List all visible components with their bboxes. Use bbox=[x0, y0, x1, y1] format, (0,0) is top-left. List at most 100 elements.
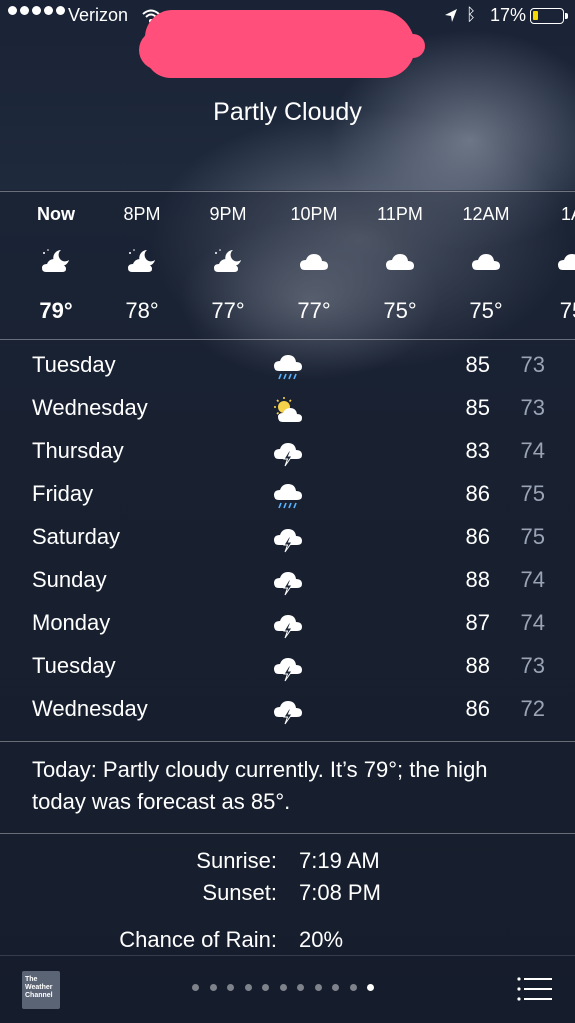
daily-row: Tuesday 88 73 bbox=[0, 646, 575, 689]
day-name: Tuesday bbox=[32, 653, 116, 678]
rain-cloud-icon bbox=[272, 482, 304, 510]
hourly-time: 11PM bbox=[377, 204, 423, 224]
page-dot[interactable] bbox=[297, 984, 304, 991]
high-temp: 83 bbox=[465, 438, 490, 463]
high-temp: 86 bbox=[465, 524, 490, 549]
hourly-temp: 77° bbox=[211, 298, 245, 323]
daily-row: Sunday 88 74 bbox=[0, 560, 575, 603]
day-name: Saturday bbox=[32, 524, 121, 549]
daily-row: Tuesday 85 73 bbox=[0, 345, 575, 388]
sun-cloud-icon bbox=[272, 396, 304, 424]
hourly-time: 8PM bbox=[123, 204, 161, 224]
hourly-temp: 75 bbox=[559, 298, 575, 323]
day-name: Monday bbox=[32, 610, 111, 635]
high-temp: 88 bbox=[465, 567, 490, 592]
battery-level bbox=[533, 11, 538, 20]
daily-row: Thursday 83 74 bbox=[0, 431, 575, 474]
high-temp: 88 bbox=[465, 653, 490, 678]
day-name: Friday bbox=[32, 481, 94, 506]
thunderstorm-icon bbox=[272, 697, 304, 725]
chance-of-rain-value: 20% bbox=[299, 927, 344, 952]
hourly-time: 1A bbox=[560, 204, 575, 224]
page-dot[interactable] bbox=[349, 984, 357, 991]
low-temp: 75 bbox=[520, 481, 545, 506]
daily-row: Wednesday 86 72 bbox=[0, 689, 575, 732]
page-dot[interactable] bbox=[367, 984, 374, 991]
hourly-temp: 75° bbox=[469, 298, 503, 323]
page-dot[interactable] bbox=[262, 984, 269, 991]
cloud-icon bbox=[385, 248, 415, 274]
low-temp: 73 bbox=[520, 395, 545, 420]
sunrise-label: Sunrise: bbox=[196, 848, 277, 873]
hourly-temp: 79° bbox=[39, 298, 73, 323]
thunderstorm-icon bbox=[272, 611, 304, 639]
hourly-temp: 75° bbox=[383, 298, 417, 323]
redacted-location-name bbox=[139, 10, 425, 78]
hourly-temp: 77° bbox=[297, 298, 331, 323]
page-dot[interactable] bbox=[332, 984, 339, 991]
hourly-time: 12AM bbox=[462, 204, 510, 224]
bottom-toolbar: The Weather Channel bbox=[0, 955, 575, 1023]
sunset-value: 7:08 PM bbox=[299, 880, 381, 905]
page-dot[interactable] bbox=[209, 984, 217, 991]
low-temp: 73 bbox=[520, 352, 545, 377]
hourly-temp: 78° bbox=[125, 298, 159, 323]
hourly-forecast[interactable]: Now 79° 8PM 78° 9PM 77° 10PM 77° 11PM 75° 12AM 75° 1… bbox=[0, 192, 575, 338]
thunderstorm-icon bbox=[272, 654, 304, 682]
hourly-time: 9PM bbox=[209, 204, 247, 224]
high-temp: 85 bbox=[465, 352, 490, 377]
cloud-icon bbox=[471, 248, 501, 274]
page-dot[interactable] bbox=[192, 984, 199, 991]
sunrise-value: 7:19 AM bbox=[299, 848, 380, 873]
sunset-label: Sunset: bbox=[202, 880, 277, 905]
low-temp: 74 bbox=[520, 567, 545, 592]
list-menu-icon[interactable] bbox=[516, 975, 552, 1003]
day-name: Wednesday bbox=[32, 395, 148, 420]
low-temp: 75 bbox=[520, 524, 545, 549]
hourly-time: Now bbox=[37, 204, 75, 224]
battery-icon bbox=[530, 8, 568, 24]
daily-row: Monday 87 74 bbox=[0, 603, 575, 646]
hourly-time: 10PM bbox=[290, 204, 338, 224]
cloud-icon bbox=[557, 248, 575, 274]
bluetooth-icon: ᛒ bbox=[466, 5, 477, 24]
low-temp: 74 bbox=[520, 438, 545, 463]
page-dot[interactable] bbox=[227, 984, 234, 991]
thunderstorm-icon bbox=[272, 568, 304, 596]
page-indicator[interactable] bbox=[192, 984, 374, 991]
current-condition: Partly Cloudy bbox=[213, 98, 362, 126]
rain-cloud-icon bbox=[272, 353, 304, 381]
cloud-icon bbox=[299, 248, 329, 274]
low-temp: 73 bbox=[520, 653, 545, 678]
divider bbox=[0, 339, 575, 340]
location-arrow-icon bbox=[445, 9, 457, 22]
low-temp: 72 bbox=[520, 696, 545, 721]
day-name: Wednesday bbox=[32, 696, 148, 721]
page-dot[interactable] bbox=[279, 984, 287, 991]
daily-row: Friday 86 75 bbox=[0, 474, 575, 517]
today-summary: Today: Partly cloudy currently. It’s 79°… bbox=[32, 757, 488, 814]
page-dot[interactable] bbox=[244, 984, 252, 991]
cloud-moon-icon bbox=[41, 248, 71, 274]
signal-strength-icon bbox=[8, 6, 65, 15]
high-temp: 85 bbox=[465, 395, 490, 420]
day-name: Sunday bbox=[32, 567, 107, 592]
thunderstorm-icon bbox=[272, 525, 304, 553]
high-temp: 86 bbox=[465, 481, 490, 506]
divider bbox=[0, 741, 575, 742]
battery-percentage: 17% bbox=[490, 5, 527, 25]
weather-channel-logo[interactable]: The Weather Channel bbox=[22, 971, 60, 1009]
divider bbox=[0, 833, 575, 834]
high-temp: 86 bbox=[465, 696, 490, 721]
page-dot[interactable] bbox=[314, 984, 322, 991]
low-temp: 74 bbox=[520, 610, 545, 635]
day-name: Thursday bbox=[32, 438, 124, 463]
carrier-name: Verizon bbox=[68, 5, 129, 25]
cloud-moon-icon bbox=[127, 248, 157, 274]
daily-row: Saturday 86 75 bbox=[0, 517, 575, 560]
chance-of-rain-label: Chance of Rain: bbox=[119, 927, 277, 952]
daily-row: Wednesday 85 73 bbox=[0, 388, 575, 431]
day-name: Tuesday bbox=[32, 352, 116, 377]
high-temp: 87 bbox=[465, 610, 490, 635]
cloud-moon-icon bbox=[213, 248, 243, 274]
